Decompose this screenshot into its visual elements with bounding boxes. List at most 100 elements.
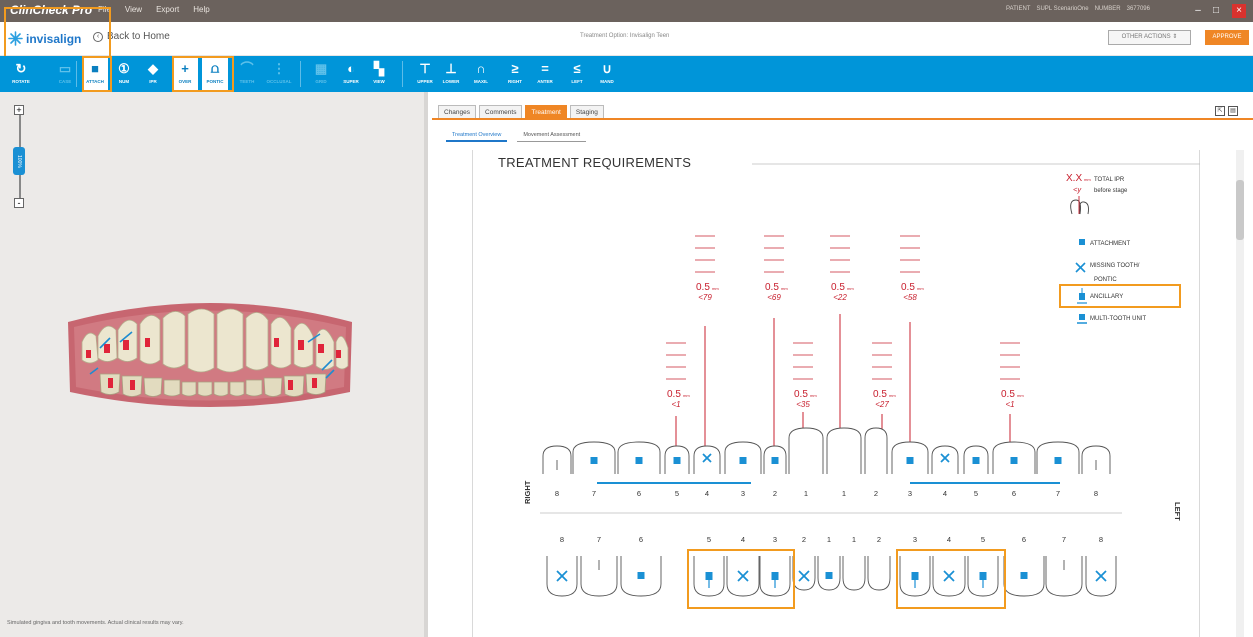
tool-grid-button[interactable]: ▦ GRID (308, 56, 334, 92)
ipr-marker[interactable]: 0.5 mm<58 (900, 235, 924, 470)
upper-tooth[interactable]: 3 (891, 441, 929, 498)
3d-view-pane[interactable]: + - 100% Simulated gingiva and tooth mov… (0, 92, 428, 637)
tool-teeth-button[interactable]: ⌒ TEETH (234, 56, 260, 92)
ipr-value: 0.5 (696, 282, 710, 293)
tool-rotate-button[interactable]: ↻ ROTATE (8, 56, 34, 92)
lower-tooth[interactable]: 8 (546, 535, 578, 597)
menu-view[interactable]: View (125, 5, 142, 14)
upper-tooth[interactable]: 2 (763, 445, 787, 498)
tool-anter-button[interactable]: = ANTER (532, 56, 558, 92)
lower-tooth[interactable]: 7 (1045, 535, 1083, 597)
legend-attachment-label: ATTACHMENT (1090, 241, 1130, 247)
lower-tooth[interactable]: 3 (759, 535, 791, 597)
upper-tooth[interactable]: 1 (826, 427, 862, 498)
upper-tooth[interactable]: 3 (724, 441, 762, 498)
lower-tooth[interactable]: 1 (817, 535, 841, 591)
tool-label: NUM (118, 79, 130, 84)
ipr-stage: <22 (833, 293, 847, 302)
upper-tooth[interactable]: 6 (617, 441, 661, 498)
menu-file[interactable]: File (98, 5, 111, 14)
close-button[interactable]: × (1232, 4, 1246, 18)
lower-tooth[interactable]: 5 (967, 535, 999, 597)
menu-bar: File View Export Help (98, 5, 210, 14)
upper-tooth[interactable]: 1 (788, 427, 824, 498)
maximize-button[interactable]: □ (1209, 4, 1223, 18)
ipr-marker[interactable]: 0.5 mm<69 (764, 235, 788, 470)
tool-maxil-button[interactable]: ∩ MAXIL (468, 56, 494, 92)
zoom-slider-thumb[interactable]: 100% (13, 147, 25, 175)
upper-tooth[interactable]: 4 (931, 445, 959, 498)
upper-tooth[interactable]: 5 (963, 445, 989, 498)
lower-tooth[interactable]: 5 (693, 535, 725, 597)
3d-teeth-model[interactable] (60, 292, 360, 417)
other-actions-button[interactable]: OTHER ACTIONS ⇕ (1108, 30, 1191, 45)
lower-tooth[interactable]: 6 (1003, 535, 1045, 597)
approve-button[interactable]: APPROVE (1205, 30, 1249, 45)
ipr-unit: mm (712, 286, 719, 291)
title-bar: ClinCheck Pro File View Export Help PATI… (0, 0, 1253, 22)
upper-tooth[interactable]: 8 (1081, 445, 1111, 498)
menu-help[interactable]: Help (193, 5, 209, 14)
attach-icon: ■ (91, 61, 99, 76)
upper-tooth-number: 8 (1094, 489, 1098, 498)
ipr-stage: <79 (698, 293, 712, 302)
lower-tooth[interactable]: 6 (620, 535, 662, 597)
upper-tooth[interactable]: 8 (542, 445, 572, 498)
tool-case-button[interactable]: ▭ CASE (52, 56, 78, 92)
tool-right-button[interactable]: ≥ RIGHT (502, 56, 528, 92)
legend-multi-tooth-label: MULTI-TOOTH UNIT (1090, 316, 1146, 322)
tool-ipr-button[interactable]: ◆ IPR (140, 56, 166, 92)
lower-tooth[interactable]: 4 (726, 535, 760, 597)
upper-tooth[interactable]: 2 (864, 427, 888, 498)
tool-label: MAND (600, 79, 614, 84)
tool-super-button[interactable]: ◐ SUPER (338, 56, 364, 92)
tool-over-button[interactable]: + OVER (172, 56, 198, 92)
zoom-in-button[interactable]: + (14, 105, 24, 115)
attachment-icon (771, 457, 779, 464)
tool-occlusal-button[interactable]: ⋮ OCCLUSAL (266, 56, 292, 92)
menu-export[interactable]: Export (156, 5, 179, 14)
tooth-chart: X.X mm TOTAL IPR <y before stage ATTACHM… (523, 163, 1200, 609)
minimize-button[interactable]: – (1191, 4, 1205, 18)
ipr-marker[interactable]: 0.5 mm<79 (695, 235, 719, 470)
lower-tooth[interactable]: 8 (1085, 535, 1117, 597)
header-bar: invisalign ‹ Back to Home Treatment Opti… (0, 22, 1253, 56)
ancillary-icon (979, 572, 987, 580)
upper-tooth-number: 5 (974, 489, 978, 498)
tool-mand-button[interactable]: ∪ MAND (594, 56, 620, 92)
upper-icon: ⊤ (419, 61, 431, 76)
over-icon: + (181, 61, 189, 76)
upper-tooth[interactable]: 7 (572, 441, 616, 498)
lower-tooth[interactable]: 2 (867, 535, 891, 591)
tool-view-button[interactable]: ▚ VIEW (366, 56, 392, 92)
tool-label: IPR (149, 79, 157, 84)
ipr-icon: ◆ (148, 61, 158, 76)
lower-tooth[interactable]: 4 (932, 535, 966, 597)
left-icon: ≤ (573, 61, 581, 76)
tool-lower-button[interactable]: ⊥ LOWER (438, 56, 464, 92)
upper-tooth[interactable]: 7 (1036, 441, 1080, 498)
upper-tooth[interactable]: 4 (693, 445, 721, 498)
legend-tooth-outline-icon (1070, 196, 1089, 215)
ipr-unit: mm (683, 393, 690, 398)
lower-tooth-number: 4 (947, 535, 951, 544)
lower-tooth[interactable]: 3 (899, 535, 931, 597)
tool-left-button[interactable]: ≤ LEFT (564, 56, 590, 92)
legend-ancillary-label: ANCILLARY (1090, 294, 1123, 300)
teeth-layer: 8 7 6 5 4 3 2 1 1 2 3 4 5 6 7 8 8 7 6 5 4 3 2 1 1 2 3 4 5 6 7 8 (542, 427, 1117, 597)
tool-upper-button[interactable]: ⊤ UPPER (412, 56, 438, 92)
tool-num-button[interactable]: ① NUM (111, 56, 137, 92)
lower-tooth[interactable]: 2 (792, 535, 816, 591)
zoom-out-button[interactable]: - (14, 198, 24, 208)
back-to-home-button[interactable]: ‹ Back to Home (93, 31, 170, 42)
upper-tooth[interactable]: 5 (664, 445, 690, 498)
view-icon: ▚ (374, 61, 384, 76)
lower-tooth[interactable]: 7 (580, 535, 618, 597)
tool-pontic-button[interactable]: ⩍ PONTIC (202, 56, 228, 92)
lower-tooth[interactable]: 1 (842, 535, 866, 591)
back-to-home-label: Back to Home (107, 31, 170, 42)
upper-tooth[interactable]: 6 (992, 441, 1036, 498)
legend-pontic-label: PONTIC (1094, 277, 1117, 283)
tool-attach-button[interactable]: ■ ATTACH (82, 56, 108, 92)
app-name: ClinCheck Pro (10, 3, 93, 17)
